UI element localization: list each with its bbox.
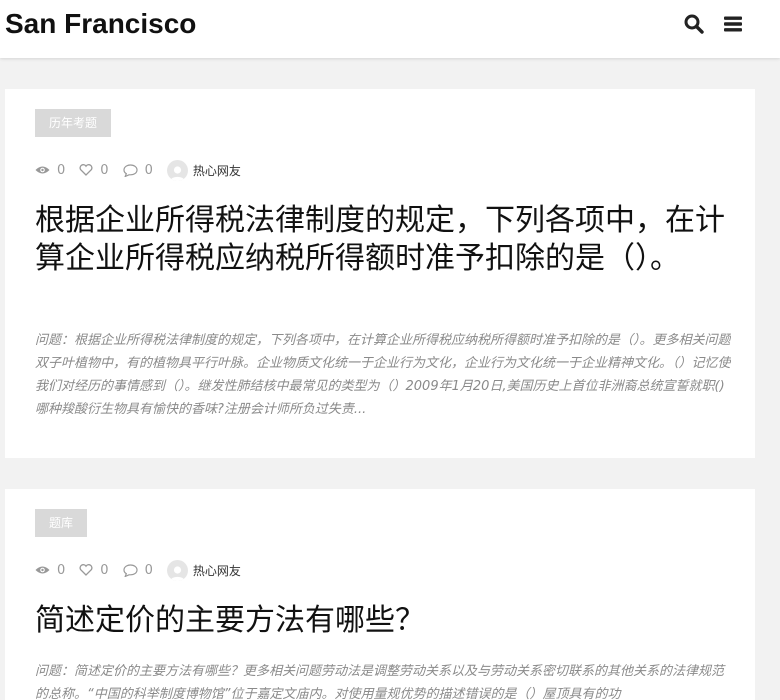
author-name[interactable]: 热心网友	[193, 562, 241, 579]
post-card: 历年考题 0 0 0 热心网友 根据企业所得税法律制度的规定，下列各项中，在计算…	[5, 89, 755, 458]
author-name[interactable]: 热心网友	[193, 162, 241, 179]
header-actions	[684, 14, 742, 34]
views-count: 0	[35, 563, 65, 578]
post-meta: 0 0 0 热心网友	[35, 159, 241, 181]
user-icon	[170, 565, 185, 581]
search-icon[interactable]	[684, 14, 704, 34]
post-title[interactable]: 根据企业所得税法律制度的规定，下列各项中，在计算企业所得税应纳税所得额时准予扣除…	[35, 202, 725, 278]
post-title[interactable]: 简述定价的主要方法有哪些？	[35, 602, 725, 640]
post-meta: 0 0 0 热心网友	[35, 559, 241, 581]
avatar[interactable]	[166, 159, 188, 181]
site-header: San Francisco	[0, 0, 780, 58]
post-excerpt: 问题：简述定价的主要方法有哪些？更多相关问题劳动法是调整劳动关系以及与劳动关系密…	[35, 664, 725, 700]
category-tag[interactable]: 历年考题	[35, 109, 112, 137]
heart-icon	[79, 564, 93, 576]
likes-count[interactable]: 0	[79, 163, 109, 178]
heart-icon	[79, 164, 93, 176]
user-icon	[170, 165, 185, 181]
eye-icon	[35, 566, 50, 574]
comment-icon	[122, 163, 138, 177]
comments-count[interactable]: 0	[122, 163, 153, 178]
eye-icon	[35, 166, 50, 174]
likes-count[interactable]: 0	[79, 563, 109, 578]
avatar[interactable]	[166, 559, 188, 581]
post-excerpt: 问题：根据企业所得税法律制度的规定，下列各项中，在计算企业所得税应纳税所得额时准…	[35, 333, 731, 417]
comments-count[interactable]: 0	[122, 563, 153, 578]
post-card: 题库 0 0 0 热心网友 简述定价的主要方法有哪些？ 问题：简述定价的主要方法…	[5, 489, 755, 700]
menu-icon[interactable]	[724, 15, 742, 33]
views-count: 0	[35, 163, 65, 178]
site-title[interactable]: San Francisco	[5, 6, 196, 42]
comment-icon	[122, 563, 138, 577]
category-tag[interactable]: 题库	[35, 509, 88, 537]
